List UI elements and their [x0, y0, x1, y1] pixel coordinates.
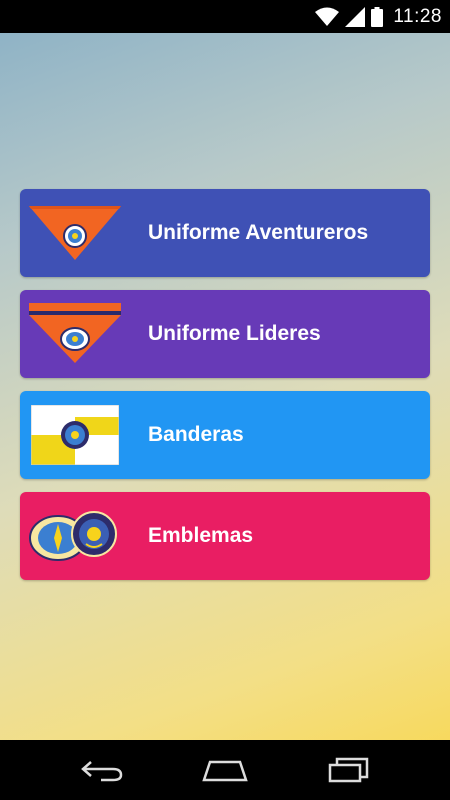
scarf-leader-icon	[20, 290, 130, 378]
menu-list: Uniforme Aventureros Uniforme Lideres Ba…	[20, 189, 430, 593]
recent-apps-icon[interactable]	[318, 750, 378, 790]
navigation-bar	[0, 740, 450, 800]
main-content: Uniforme Aventureros Uniforme Lideres Ba…	[0, 33, 450, 740]
menu-item-label: Uniforme Lideres	[148, 322, 321, 345]
menu-item-label: Uniforme Aventureros	[148, 221, 369, 244]
menu-item-label: Emblemas	[148, 524, 254, 547]
scarf-orange-icon	[20, 189, 130, 277]
menu-item-banderas[interactable]: Banderas	[20, 391, 430, 479]
status-time: 11:28	[393, 5, 442, 27]
status-bar: 11:28	[0, 0, 450, 33]
menu-item-label: Banderas	[148, 423, 244, 446]
menu-item-uniforme-lideres[interactable]: Uniforme Lideres	[20, 290, 430, 378]
home-icon[interactable]	[195, 750, 255, 790]
back-icon[interactable]	[72, 750, 132, 790]
menu-item-emblemas[interactable]: Emblemas	[20, 492, 430, 580]
signal-icon	[345, 6, 366, 27]
wifi-icon	[315, 7, 340, 27]
emblems-icon	[20, 492, 130, 580]
flag-icon	[20, 391, 130, 479]
battery-icon	[371, 6, 384, 27]
menu-item-uniforme-aventureros[interactable]: Uniforme Aventureros	[20, 189, 430, 277]
